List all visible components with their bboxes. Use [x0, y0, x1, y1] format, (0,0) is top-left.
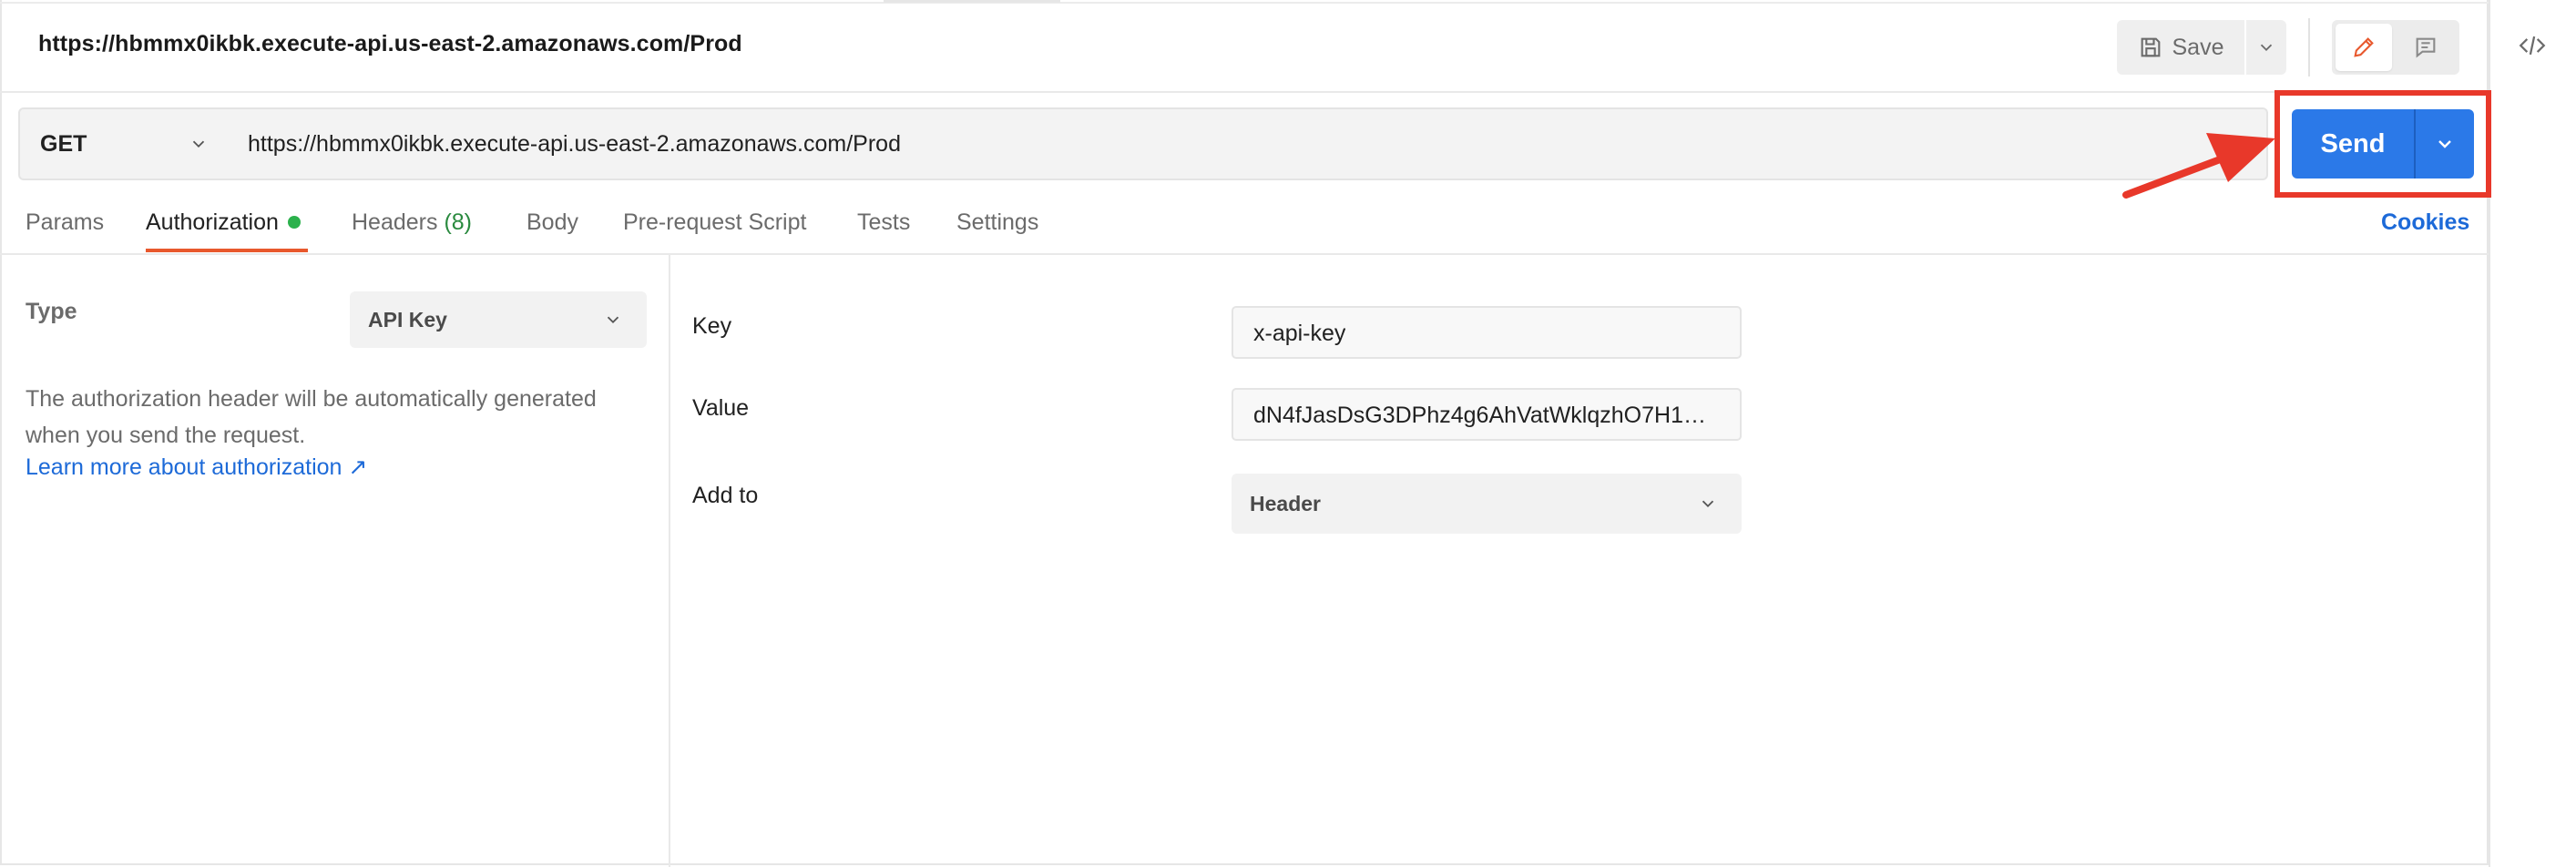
- chevron-down-icon: [598, 304, 629, 335]
- tab-headers-label: Headers: [352, 209, 438, 235]
- edit-mode-button[interactable]: [2336, 24, 2392, 71]
- value-label: Value: [692, 395, 750, 421]
- key-value: x-api-key: [1253, 321, 1346, 346]
- key-label: Key: [692, 313, 732, 339]
- tab-body[interactable]: Body: [526, 209, 578, 236]
- auth-description: The authorization header will be automat…: [26, 386, 597, 448]
- value-value: dN4fJasDsG3DPhz4g6AhVatWklqzhO7H15...: [1253, 403, 1709, 428]
- add-to-value: Header: [1250, 492, 1321, 515]
- view-mode-toggle: [2332, 20, 2459, 75]
- method-value: GET: [40, 131, 87, 157]
- url-input[interactable]: https://hbmmx0ikbk.execute-api.us-east-2…: [228, 107, 2268, 180]
- comment-mode-button[interactable]: [2397, 24, 2454, 71]
- save-options-button[interactable]: [2246, 20, 2286, 75]
- key-input[interactable]: x-api-key: [1232, 306, 1742, 359]
- panel-divider: [669, 255, 670, 867]
- tab-tests[interactable]: Tests: [857, 209, 910, 236]
- chevron-down-icon: [1692, 488, 1723, 519]
- add-to-select[interactable]: Header: [1232, 474, 1742, 534]
- code-icon: [2519, 36, 2546, 56]
- active-request-tab-indicator: [884, 0, 1060, 3]
- tabs-divider: [0, 253, 2489, 255]
- code-snippet-button[interactable]: [2512, 26, 2552, 66]
- save-button-group: Save: [2117, 20, 2286, 75]
- status-dot: [287, 216, 301, 229]
- header-divider: [0, 91, 2489, 93]
- tab-pre-request-script[interactable]: Pre-request Script: [623, 209, 806, 236]
- pencil-icon: [2354, 37, 2374, 57]
- tab-authorization-label: Authorization: [146, 209, 279, 235]
- tab-params[interactable]: Params: [26, 209, 104, 236]
- add-to-label: Add to: [692, 483, 759, 508]
- learn-more-link[interactable]: Learn more about authorization ↗: [26, 454, 367, 481]
- comment-icon: [2416, 37, 2436, 58]
- cookies-link[interactable]: Cookies: [2381, 209, 2469, 236]
- url-value: https://hbmmx0ikbk.execute-api.us-east-2…: [248, 131, 901, 157]
- chevron-down-icon: [184, 129, 213, 158]
- save-button[interactable]: Save: [2117, 20, 2244, 75]
- chevron-down-icon: [2260, 44, 2273, 52]
- save-icon: [2141, 37, 2160, 57]
- method-select[interactable]: GET: [18, 107, 230, 180]
- toolbar-divider: [2308, 18, 2310, 76]
- tab-headers[interactable]: Headers (8): [352, 209, 472, 236]
- value-input[interactable]: dN4fJasDsG3DPhz4g6AhVatWklqzhO7H15...: [1232, 388, 1742, 441]
- tab-settings[interactable]: Settings: [956, 209, 1038, 236]
- send-highlight-annotation: [2274, 90, 2491, 198]
- request-title[interactable]: https://hbmmx0ikbk.execute-api.us-east-2…: [38, 31, 742, 57]
- annotation-arrow-icon: [2122, 133, 2275, 199]
- top-border: [0, 2, 2489, 4]
- auth-type-select[interactable]: API Key: [350, 291, 647, 348]
- headers-count-badge: (8): [444, 209, 473, 235]
- auth-type-value: API Key: [368, 308, 447, 332]
- auth-type-label: Type: [26, 299, 77, 324]
- tab-authorization[interactable]: Authorization: [146, 209, 301, 236]
- active-tab-underline: [146, 249, 308, 252]
- save-label: Save: [2172, 34, 2224, 60]
